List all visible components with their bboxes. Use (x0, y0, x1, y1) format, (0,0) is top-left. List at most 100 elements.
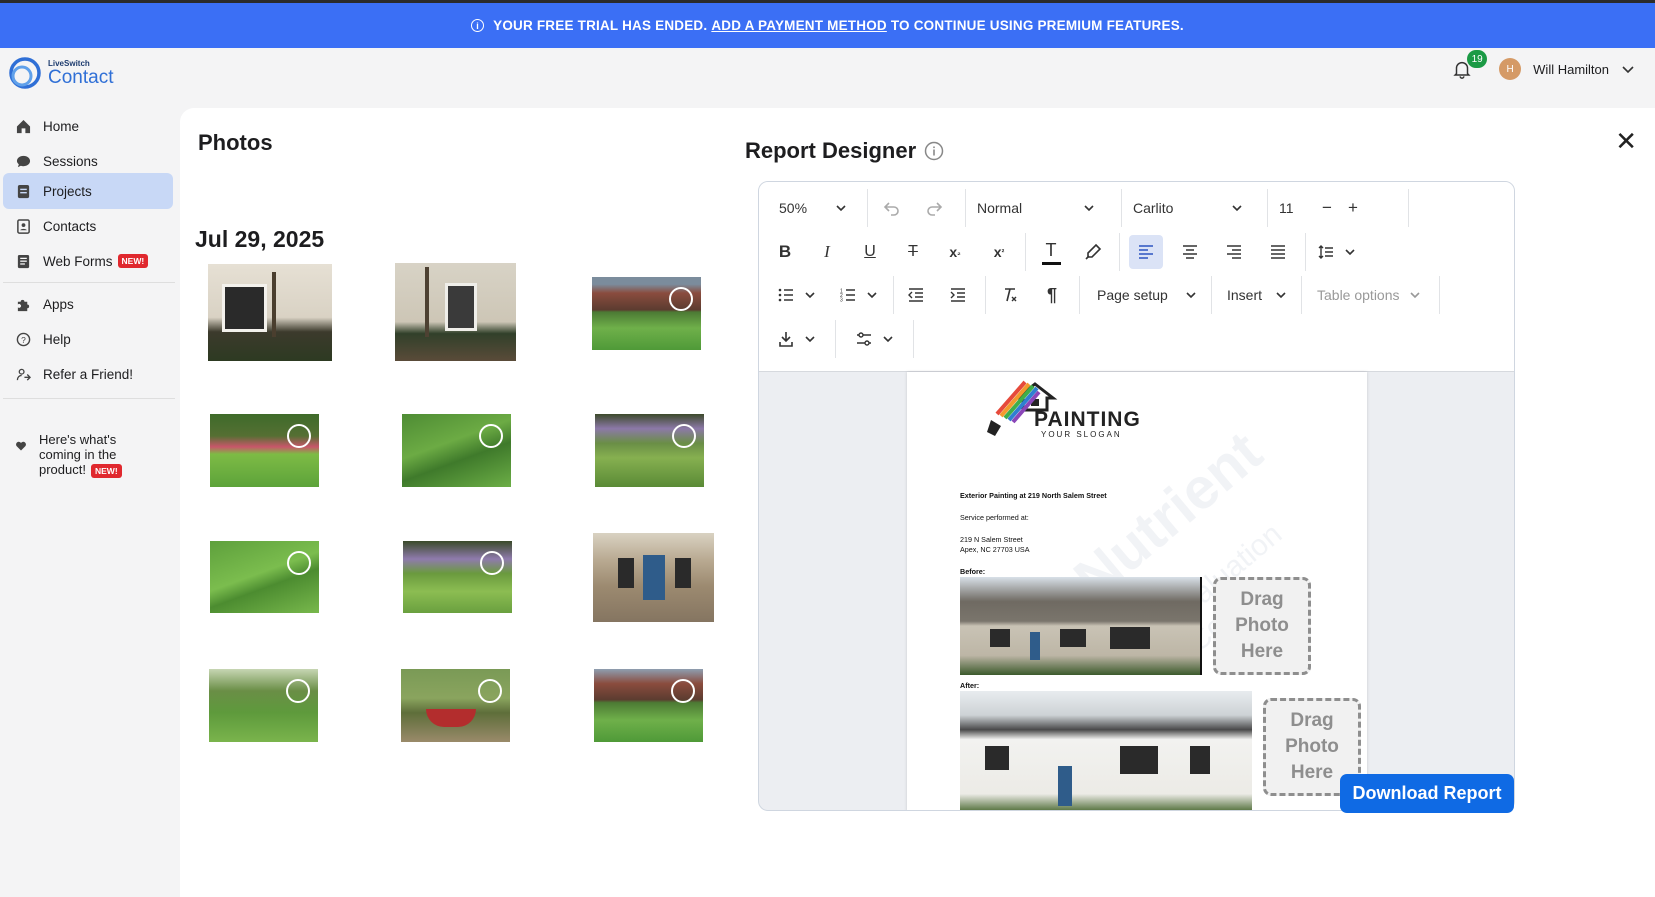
document-heading: Exterior Painting at 219 North Salem Str… (960, 491, 1107, 500)
sidebar-item-help[interactable]: ? Help (3, 321, 173, 357)
chevron-down-icon (1276, 292, 1286, 299)
align-justify-button[interactable] (1261, 235, 1295, 269)
numbered-list-icon: 123 (840, 289, 855, 302)
subscript-button[interactable]: x₂ (939, 235, 971, 269)
notifications-button[interactable]: 19 (1451, 50, 1488, 80)
numbered-list-button[interactable]: 123 (833, 278, 885, 312)
settings-button[interactable] (849, 322, 901, 356)
superscript-mark: ² (1001, 247, 1005, 257)
editor-toolbar: 50% Normal Carlito 11 − + B I U T x ₂ x … (759, 182, 1514, 372)
line-spacing-button[interactable] (1311, 235, 1363, 269)
avatar[interactable]: H (1499, 58, 1522, 80)
photo-thumbnail[interactable] (402, 414, 511, 487)
export-button[interactable] (771, 322, 823, 356)
zoom-select[interactable]: 50% (773, 191, 853, 225)
toolbar-separator (1121, 189, 1122, 227)
table-options-menu[interactable]: Table options (1311, 278, 1427, 312)
paragraph-style-select[interactable]: Normal (971, 191, 1101, 225)
photo-thumbnail[interactable] (210, 414, 319, 487)
select-circle[interactable] (480, 551, 504, 575)
photo-thumbnail[interactable] (403, 541, 512, 613)
toolbar-separator (1025, 233, 1026, 271)
photo-thumbnail[interactable] (395, 263, 516, 361)
font-size-decrease-button[interactable]: − (1315, 191, 1339, 225)
font-size-input[interactable]: 11 (1273, 191, 1307, 225)
page-setup-menu[interactable]: Page setup (1091, 278, 1203, 312)
photo-thumbnail[interactable] (209, 669, 318, 742)
select-circle[interactable] (286, 679, 310, 703)
photo-thumbnail[interactable] (595, 414, 704, 487)
text-color-button[interactable]: T (1035, 235, 1067, 269)
add-payment-link[interactable]: ADD A PAYMENT METHOD (711, 18, 887, 33)
whats-new-link[interactable]: Here's what's coming in the product! NEW! (15, 432, 122, 479)
document-page[interactable]: Nutrient Evaluation Copy PAINTING YOUR S… (907, 372, 1367, 810)
sidebar-item-contacts[interactable]: Contacts (3, 208, 173, 244)
undo-button[interactable] (875, 191, 909, 225)
highlight-button[interactable] (1077, 235, 1109, 269)
drag-photo-dropzone[interactable]: Drag Photo Here (1213, 577, 1311, 675)
download-report-button[interactable]: Download Report (1340, 774, 1514, 813)
show-formatting-button[interactable]: ¶ (1035, 278, 1069, 312)
app-logo[interactable]: LiveSwitch Contact (8, 56, 113, 90)
outdent-button[interactable] (899, 278, 933, 312)
redo-button[interactable] (917, 191, 951, 225)
italic-button[interactable]: I (811, 235, 843, 269)
outdent-icon (908, 288, 923, 302)
select-circle[interactable] (669, 287, 693, 311)
company-logo-word: PAINTING (1034, 408, 1141, 431)
divider (3, 398, 175, 399)
photo-thumbnail[interactable] (592, 277, 701, 350)
close-button[interactable]: ✕ (1615, 128, 1637, 154)
sidebar-item-apps[interactable]: Apps (3, 286, 173, 322)
select-circle[interactable] (671, 679, 695, 703)
chevron-down-icon[interactable] (1621, 62, 1635, 76)
indent-button[interactable] (941, 278, 975, 312)
select-circle[interactable] (479, 424, 503, 448)
sidebar-item-web-forms[interactable]: Web Forms NEW! (3, 243, 173, 279)
chevron-down-icon (1186, 292, 1196, 299)
logo-icon (9, 57, 41, 89)
company-logo-slogan: YOUR SLOGAN (1041, 430, 1122, 439)
bullet-list-button[interactable] (771, 278, 823, 312)
chevron-down-icon (883, 336, 893, 343)
sidebar-item-home[interactable]: Home (3, 108, 173, 144)
insert-menu[interactable]: Insert (1221, 278, 1293, 312)
align-center-button[interactable] (1173, 235, 1207, 269)
sidebar-item-projects[interactable]: Projects (3, 173, 173, 209)
service-label: Service performed at: (960, 513, 1029, 522)
strikethrough-button[interactable]: T (897, 235, 929, 269)
underline-button[interactable]: U (854, 235, 886, 269)
select-circle[interactable] (672, 424, 696, 448)
photo-thumbnail[interactable] (594, 669, 703, 742)
toolbar-separator (1305, 233, 1306, 271)
page-setup-label: Page setup (1097, 287, 1168, 303)
align-left-button[interactable] (1129, 235, 1163, 269)
font-family-select[interactable]: Carlito (1127, 191, 1249, 225)
select-circle[interactable] (287, 424, 311, 448)
line-spacing-icon (1318, 245, 1333, 259)
bullet-list-icon (778, 288, 793, 302)
sidebar-item-refer[interactable]: Refer a Friend! (3, 356, 173, 392)
pilcrow-icon: ¶ (1046, 284, 1057, 305)
select-circle[interactable] (478, 679, 502, 703)
photo-thumbnail[interactable] (208, 264, 332, 361)
photo-thumbnail[interactable] (401, 669, 510, 742)
trial-banner: i YOUR FREE TRIAL HAS ENDED. ADD A PAYME… (0, 3, 1655, 48)
chevron-down-icon (805, 336, 815, 343)
zoom-value: 50% (779, 200, 808, 216)
redo-icon (927, 202, 943, 216)
superscript-button[interactable]: x² (983, 235, 1015, 269)
user-name[interactable]: Will Hamilton (1533, 62, 1609, 77)
photo-thumbnail[interactable] (210, 541, 319, 613)
info-icon[interactable] (924, 141, 944, 161)
report-designer-title-text: Report Designer (745, 138, 917, 163)
align-left-icon (1139, 245, 1153, 259)
align-right-button[interactable] (1217, 235, 1251, 269)
clear-formatting-button[interactable] (993, 278, 1027, 312)
sidebar-item-label: Sessions (43, 153, 98, 169)
photo-thumbnail[interactable] (593, 533, 714, 622)
after-photo (960, 691, 1252, 810)
font-size-increase-button[interactable]: + (1341, 191, 1365, 225)
bold-button[interactable]: B (769, 235, 801, 269)
select-circle[interactable] (287, 551, 311, 575)
